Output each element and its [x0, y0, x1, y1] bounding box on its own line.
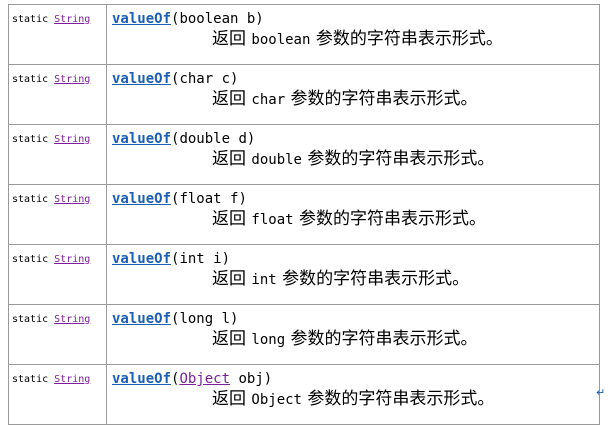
method-cell: valueOf(Object obj) 返回 Object 参数的字符串表示形式…: [106, 364, 600, 425]
method-params: (char c): [171, 71, 239, 87]
method-cell: valueOf(int i) 返回 int 参数的字符串表示形式。: [106, 244, 600, 305]
method-summary-table: static String valueOf(boolean b) 返回 bool…: [8, 4, 600, 425]
desc-type: boolean: [251, 32, 311, 48]
desc-type: float: [251, 212, 294, 228]
desc-type: long: [251, 332, 286, 348]
desc-prefix: 返回: [212, 149, 246, 169]
method-description: 返回 long 参数的字符串表示形式。: [212, 329, 595, 350]
paragraph-return-icon: ↵: [596, 386, 606, 399]
method-cell: valueOf(char c) 返回 char 参数的字符串表示形式。: [106, 64, 600, 125]
method-cell: valueOf(double d) 返回 double 参数的字符串表示形式。: [106, 124, 600, 185]
desc-type: double: [251, 152, 302, 168]
return-type-link[interactable]: String: [54, 74, 90, 85]
desc-prefix: 返回: [212, 329, 246, 349]
desc-suffix: 参数的字符串表示形式。: [307, 389, 495, 409]
desc-prefix: 返回: [212, 269, 246, 289]
method-row: static String valueOf(double d) 返回 doubl…: [8, 124, 600, 185]
method-row: static String valueOf(int i) 返回 int 参数的字…: [8, 244, 600, 305]
desc-suffix: 参数的字符串表示形式。: [315, 29, 503, 49]
method-row: static String valueOf(long l) 返回 long 参数…: [8, 304, 600, 365]
method-name-link[interactable]: valueOf: [112, 251, 171, 267]
method-row: static String valueOf(Object obj) 返回 Obj…: [8, 364, 600, 425]
desc-prefix: 返回: [212, 389, 246, 409]
method-description: 返回 int 参数的字符串表示形式。: [212, 269, 595, 290]
method-description: 返回 double 参数的字符串表示形式。: [212, 149, 595, 170]
return-type-link[interactable]: String: [54, 254, 90, 265]
method-cell: valueOf(boolean b) 返回 boolean 参数的字符串表示形式…: [106, 4, 600, 65]
desc-suffix: 参数的字符串表示形式。: [290, 89, 478, 109]
method-params: (double d): [171, 131, 256, 147]
param-type-link[interactable]: Object: [179, 371, 230, 387]
desc-suffix: 参数的字符串表示形式。: [307, 149, 495, 169]
desc-type: char: [251, 92, 286, 108]
method-description: 返回 float 参数的字符串表示形式。: [212, 209, 595, 230]
return-type-link[interactable]: String: [54, 374, 90, 385]
modifier-type-cell: static String: [8, 64, 107, 125]
method-params: (long l): [171, 311, 239, 327]
method-cell: valueOf(float f) 返回 float 参数的字符串表示形式。: [106, 184, 600, 245]
modifier-text: static: [12, 14, 49, 25]
return-type-link[interactable]: String: [54, 194, 90, 205]
modifier-type-cell: static String: [8, 4, 107, 65]
modifier-text: static: [12, 194, 49, 205]
method-name-link[interactable]: valueOf: [112, 191, 171, 207]
method-params: (float f): [171, 191, 247, 207]
modifier-type-cell: static String: [8, 184, 107, 245]
desc-type: int: [251, 272, 277, 288]
desc-type: Object: [251, 392, 302, 408]
desc-prefix: 返回: [212, 209, 246, 229]
desc-suffix: 参数的字符串表示形式。: [298, 209, 486, 229]
method-params-close: obj): [230, 371, 273, 387]
modifier-text: static: [12, 74, 49, 85]
desc-prefix: 返回: [212, 89, 246, 109]
method-row: static String valueOf(boolean b) 返回 bool…: [8, 4, 600, 65]
desc-suffix: 参数的字符串表示形式。: [290, 329, 478, 349]
method-cell: valueOf(long l) 返回 long 参数的字符串表示形式。: [106, 304, 600, 365]
desc-prefix: 返回: [212, 29, 246, 49]
method-description: 返回 char 参数的字符串表示形式。: [212, 89, 595, 110]
modifier-text: static: [12, 254, 49, 265]
return-type-link[interactable]: String: [54, 314, 90, 325]
method-name-link[interactable]: valueOf: [112, 71, 171, 87]
return-type-link[interactable]: String: [54, 14, 90, 25]
modifier-type-cell: static String: [8, 304, 107, 365]
modifier-type-cell: static String: [8, 364, 107, 425]
desc-suffix: 参数的字符串表示形式。: [282, 269, 470, 289]
method-description: 返回 boolean 参数的字符串表示形式。: [212, 29, 595, 50]
method-row: static String valueOf(float f) 返回 float …: [8, 184, 600, 245]
method-name-link[interactable]: valueOf: [112, 311, 171, 327]
modifier-type-cell: static String: [8, 124, 107, 185]
method-params: (boolean b): [171, 11, 264, 27]
method-name-link[interactable]: valueOf: [112, 11, 171, 27]
method-params: (int i): [171, 251, 231, 267]
method-name-link[interactable]: valueOf: [112, 371, 171, 387]
modifier-type-cell: static String: [8, 244, 107, 305]
modifier-text: static: [12, 314, 49, 325]
method-name-link[interactable]: valueOf: [112, 131, 171, 147]
return-type-link[interactable]: String: [54, 134, 90, 145]
modifier-text: static: [12, 374, 49, 385]
method-row: static String valueOf(char c) 返回 char 参数…: [8, 64, 600, 125]
modifier-text: static: [12, 134, 49, 145]
